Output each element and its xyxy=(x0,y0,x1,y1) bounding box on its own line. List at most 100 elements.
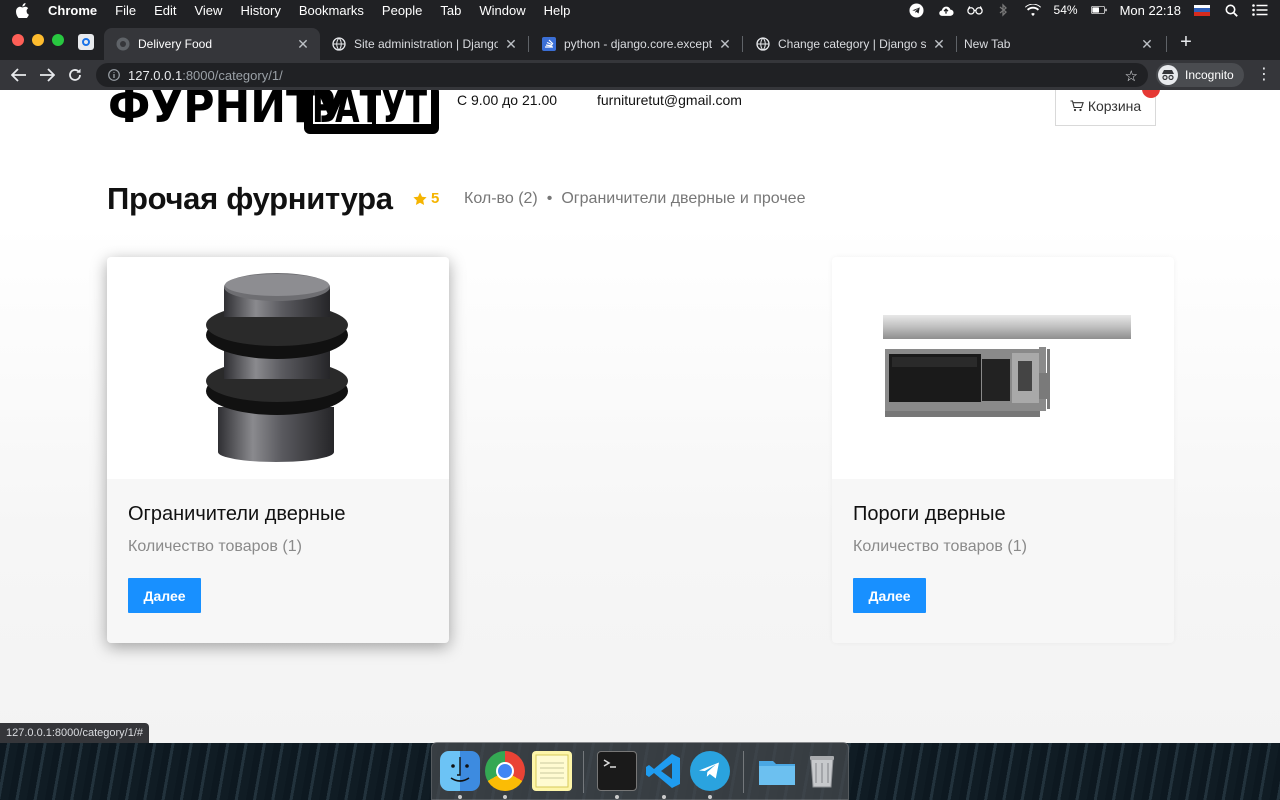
finder-icon[interactable] xyxy=(440,751,480,791)
menu-file[interactable]: File xyxy=(115,3,136,18)
tab-title: New Tab xyxy=(964,37,1011,51)
door-stopper-image xyxy=(206,273,348,462)
russian-flag-icon[interactable] xyxy=(1194,4,1210,16)
trash-icon[interactable] xyxy=(802,751,842,791)
pinned-tab[interactable] xyxy=(78,34,94,50)
menu-window[interactable]: Window xyxy=(479,3,525,18)
globe-icon xyxy=(116,37,130,51)
menubar-clock[interactable]: Mon 22:18 xyxy=(1120,3,1181,18)
url-path: :8000/category/1/ xyxy=(182,67,283,83)
tab-site-administration[interactable]: Site administration | Django site ✕ xyxy=(320,28,528,60)
running-indicator xyxy=(615,795,619,799)
dock-separator xyxy=(583,751,584,793)
category-description: Ограничители дверные и прочее xyxy=(561,190,806,207)
card-image[interactable] xyxy=(107,257,449,479)
link-status-bar: 127.0.0.1:8000/category/1/# xyxy=(0,723,149,743)
globe-icon xyxy=(756,37,770,51)
category-rating: 5 xyxy=(413,190,439,207)
page-title: Прочая фурнитура xyxy=(107,181,393,216)
incognito-icon xyxy=(1158,65,1178,85)
web-page: ФУРНИТУ РАТУТ С 9.00 до 21.00 furnituret… xyxy=(0,90,1280,743)
category-card[interactable]: Пороги дверные Количество товаров (1) Да… xyxy=(832,257,1174,643)
tab-close-icon[interactable]: ✕ xyxy=(1140,36,1154,53)
card-image[interactable] xyxy=(832,257,1174,479)
tab-new-tab[interactable]: New Tab ✕ xyxy=(952,28,1164,60)
incognito-profile-button[interactable]: Incognito xyxy=(1156,63,1244,87)
bookmark-star-icon[interactable]: ☆ xyxy=(1125,67,1138,85)
macos-menubar: Chrome File Edit View History Bookmarks … xyxy=(0,0,1280,20)
rating-value: 5 xyxy=(431,190,440,207)
apple-icon[interactable] xyxy=(16,2,30,18)
cart-label: Корзина xyxy=(1087,98,1142,114)
card-more-button[interactable]: Далее xyxy=(853,578,926,613)
notes-icon[interactable] xyxy=(532,751,572,791)
card-title[interactable]: Ограничители дверные xyxy=(128,503,346,526)
zoom-window-button[interactable] xyxy=(52,34,64,46)
cart-icon xyxy=(1070,100,1084,112)
bluetooth-icon[interactable] xyxy=(996,3,1012,17)
tab-delivery-food[interactable]: Delivery Food ✕ xyxy=(104,28,320,60)
running-indicator xyxy=(662,795,666,799)
menu-people[interactable]: People xyxy=(382,3,422,18)
category-card[interactable]: Ограничители дверные Количество товаров … xyxy=(107,257,449,643)
menu-app-name[interactable]: Chrome xyxy=(48,3,97,18)
url-host: 127.0.0.1 xyxy=(128,67,183,83)
folder-icon[interactable] xyxy=(757,751,797,791)
pinned-tab-favicon-icon xyxy=(82,38,90,46)
door-threshold-image xyxy=(883,315,1131,417)
card-product-count: Количество товаров (1) xyxy=(128,538,302,555)
new-tab-plus-icon[interactable]: + xyxy=(1176,32,1196,52)
tab-title: Site administration | Django site xyxy=(354,37,498,51)
glasses-icon[interactable] xyxy=(966,3,983,17)
tab-close-icon[interactable]: ✕ xyxy=(504,36,518,53)
address-bar[interactable]: 127.0.0.1:8000/category/1/ ☆ xyxy=(96,63,1148,87)
cart-button[interactable]: Корзина xyxy=(1055,90,1156,126)
menu-help[interactable]: Help xyxy=(544,3,571,18)
chrome-icon[interactable] xyxy=(485,751,525,791)
minimize-window-button[interactable] xyxy=(32,34,44,46)
card-title[interactable]: Пороги дверные xyxy=(853,503,1006,526)
menu-edit[interactable]: Edit xyxy=(154,3,176,18)
stackoverflow-icon xyxy=(542,37,556,51)
category-meta: Кол-во (2) • Ограничители дверные и проч… xyxy=(464,190,805,208)
menu-view[interactable]: View xyxy=(194,3,222,18)
tab-title: Delivery Food xyxy=(138,37,213,51)
tab-title: python - django.core.exceptions xyxy=(564,37,712,51)
tab-separator xyxy=(528,36,529,52)
forward-arrow-icon[interactable] xyxy=(37,65,57,85)
menu-bookmarks[interactable]: Bookmarks xyxy=(299,3,364,18)
close-window-button[interactable] xyxy=(12,34,24,46)
logo-text-part2: РАТУТ xyxy=(312,90,427,133)
card-more-button[interactable]: Далее xyxy=(128,578,201,613)
tab-close-icon[interactable]: ✕ xyxy=(718,36,732,53)
tab-separator xyxy=(742,36,743,52)
cloud-upload-icon[interactable] xyxy=(938,3,954,17)
wifi-icon[interactable] xyxy=(1024,3,1041,17)
chrome-menu-icon[interactable]: ⋮ xyxy=(1256,67,1272,83)
telegram-icon[interactable] xyxy=(690,751,730,791)
notification-center-icon[interactable] xyxy=(1252,3,1268,17)
browser-tab-strip: Delivery Food ✕ Site administration | Dj… xyxy=(0,20,1280,60)
vscode-icon[interactable] xyxy=(644,751,684,791)
spotlight-search-icon[interactable] xyxy=(1223,3,1239,17)
tab-close-icon[interactable]: ✕ xyxy=(932,36,946,53)
tab-close-icon[interactable]: ✕ xyxy=(296,36,310,53)
tab-stackoverflow[interactable]: python - django.core.exceptions ✕ xyxy=(530,28,742,60)
info-icon[interactable] xyxy=(108,69,120,81)
working-hours: С 9.00 до 21.00 xyxy=(457,92,558,108)
terminal-icon[interactable] xyxy=(597,751,637,791)
battery-icon[interactable] xyxy=(1090,3,1107,17)
dock-separator xyxy=(743,751,744,793)
menu-tab[interactable]: Tab xyxy=(440,3,461,18)
back-arrow-icon[interactable] xyxy=(9,65,29,85)
browser-toolbar: 127.0.0.1:8000/category/1/ ☆ Incognito ⋮ xyxy=(0,60,1280,90)
contact-email[interactable]: furnituretut@gmail.com xyxy=(597,92,742,108)
telegram-status-icon[interactable] xyxy=(909,2,925,18)
tab-change-category[interactable]: Change category | Django site ✕ xyxy=(744,28,956,60)
menu-history[interactable]: History xyxy=(240,3,280,18)
site-logo[interactable]: ФУРНИТУ РАТУТ xyxy=(108,90,444,136)
running-indicator xyxy=(503,795,507,799)
globe-icon xyxy=(332,37,346,51)
running-indicator xyxy=(708,795,712,799)
reload-icon[interactable] xyxy=(65,65,85,85)
